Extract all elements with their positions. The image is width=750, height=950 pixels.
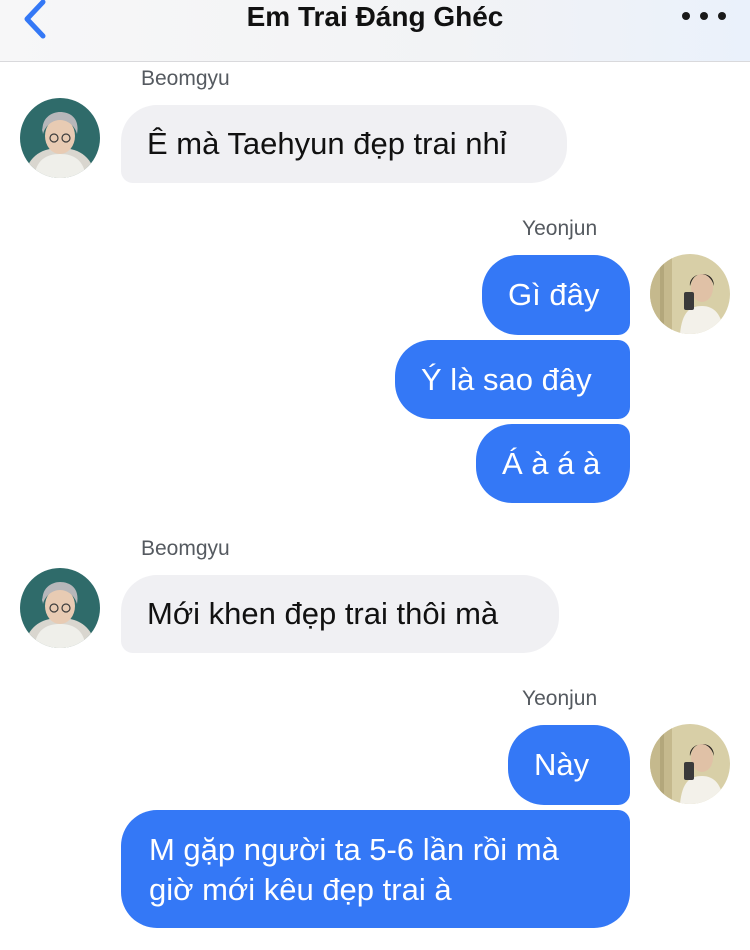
avatar-beomgyu[interactable] xyxy=(20,568,100,648)
avatar-photo xyxy=(20,568,100,648)
avatar-photo xyxy=(20,98,100,178)
sender-name: Yeonjun xyxy=(522,217,598,240)
message-bubble-incoming[interactable]: Mới khen đẹp trai thôi mà xyxy=(121,575,559,653)
more-options-button[interactable] xyxy=(682,8,726,24)
sender-name: Beomgyu xyxy=(141,537,230,560)
avatar-photo xyxy=(650,254,730,334)
avatar-photo xyxy=(650,724,730,804)
avatar-beomgyu[interactable] xyxy=(20,98,100,178)
message-bubble-incoming[interactable]: Ê mà Taehyun đẹp trai nhỉ xyxy=(121,105,567,183)
sender-name: Yeonjun xyxy=(522,687,598,710)
avatar-yeonjun[interactable] xyxy=(650,724,730,804)
chat-title: Em Trai Đáng Ghéc xyxy=(246,1,504,32)
ellipsis-icon xyxy=(682,12,690,20)
chat-header: Em Trai Đáng Ghéc xyxy=(0,0,750,62)
message-bubble-outgoing[interactable]: Này xyxy=(508,725,630,805)
message-bubble-outgoing[interactable]: M gặp người ta 5-6 lần rồi mà giờ mới kê… xyxy=(121,810,630,928)
avatar-yeonjun[interactable] xyxy=(650,254,730,334)
sender-name: Beomgyu xyxy=(141,67,230,90)
message-bubble-outgoing[interactable]: Gì đây xyxy=(482,255,630,335)
message-bubble-outgoing[interactable]: Ý là sao đây xyxy=(395,340,630,419)
message-bubble-outgoing[interactable]: Á à á à xyxy=(476,424,630,503)
